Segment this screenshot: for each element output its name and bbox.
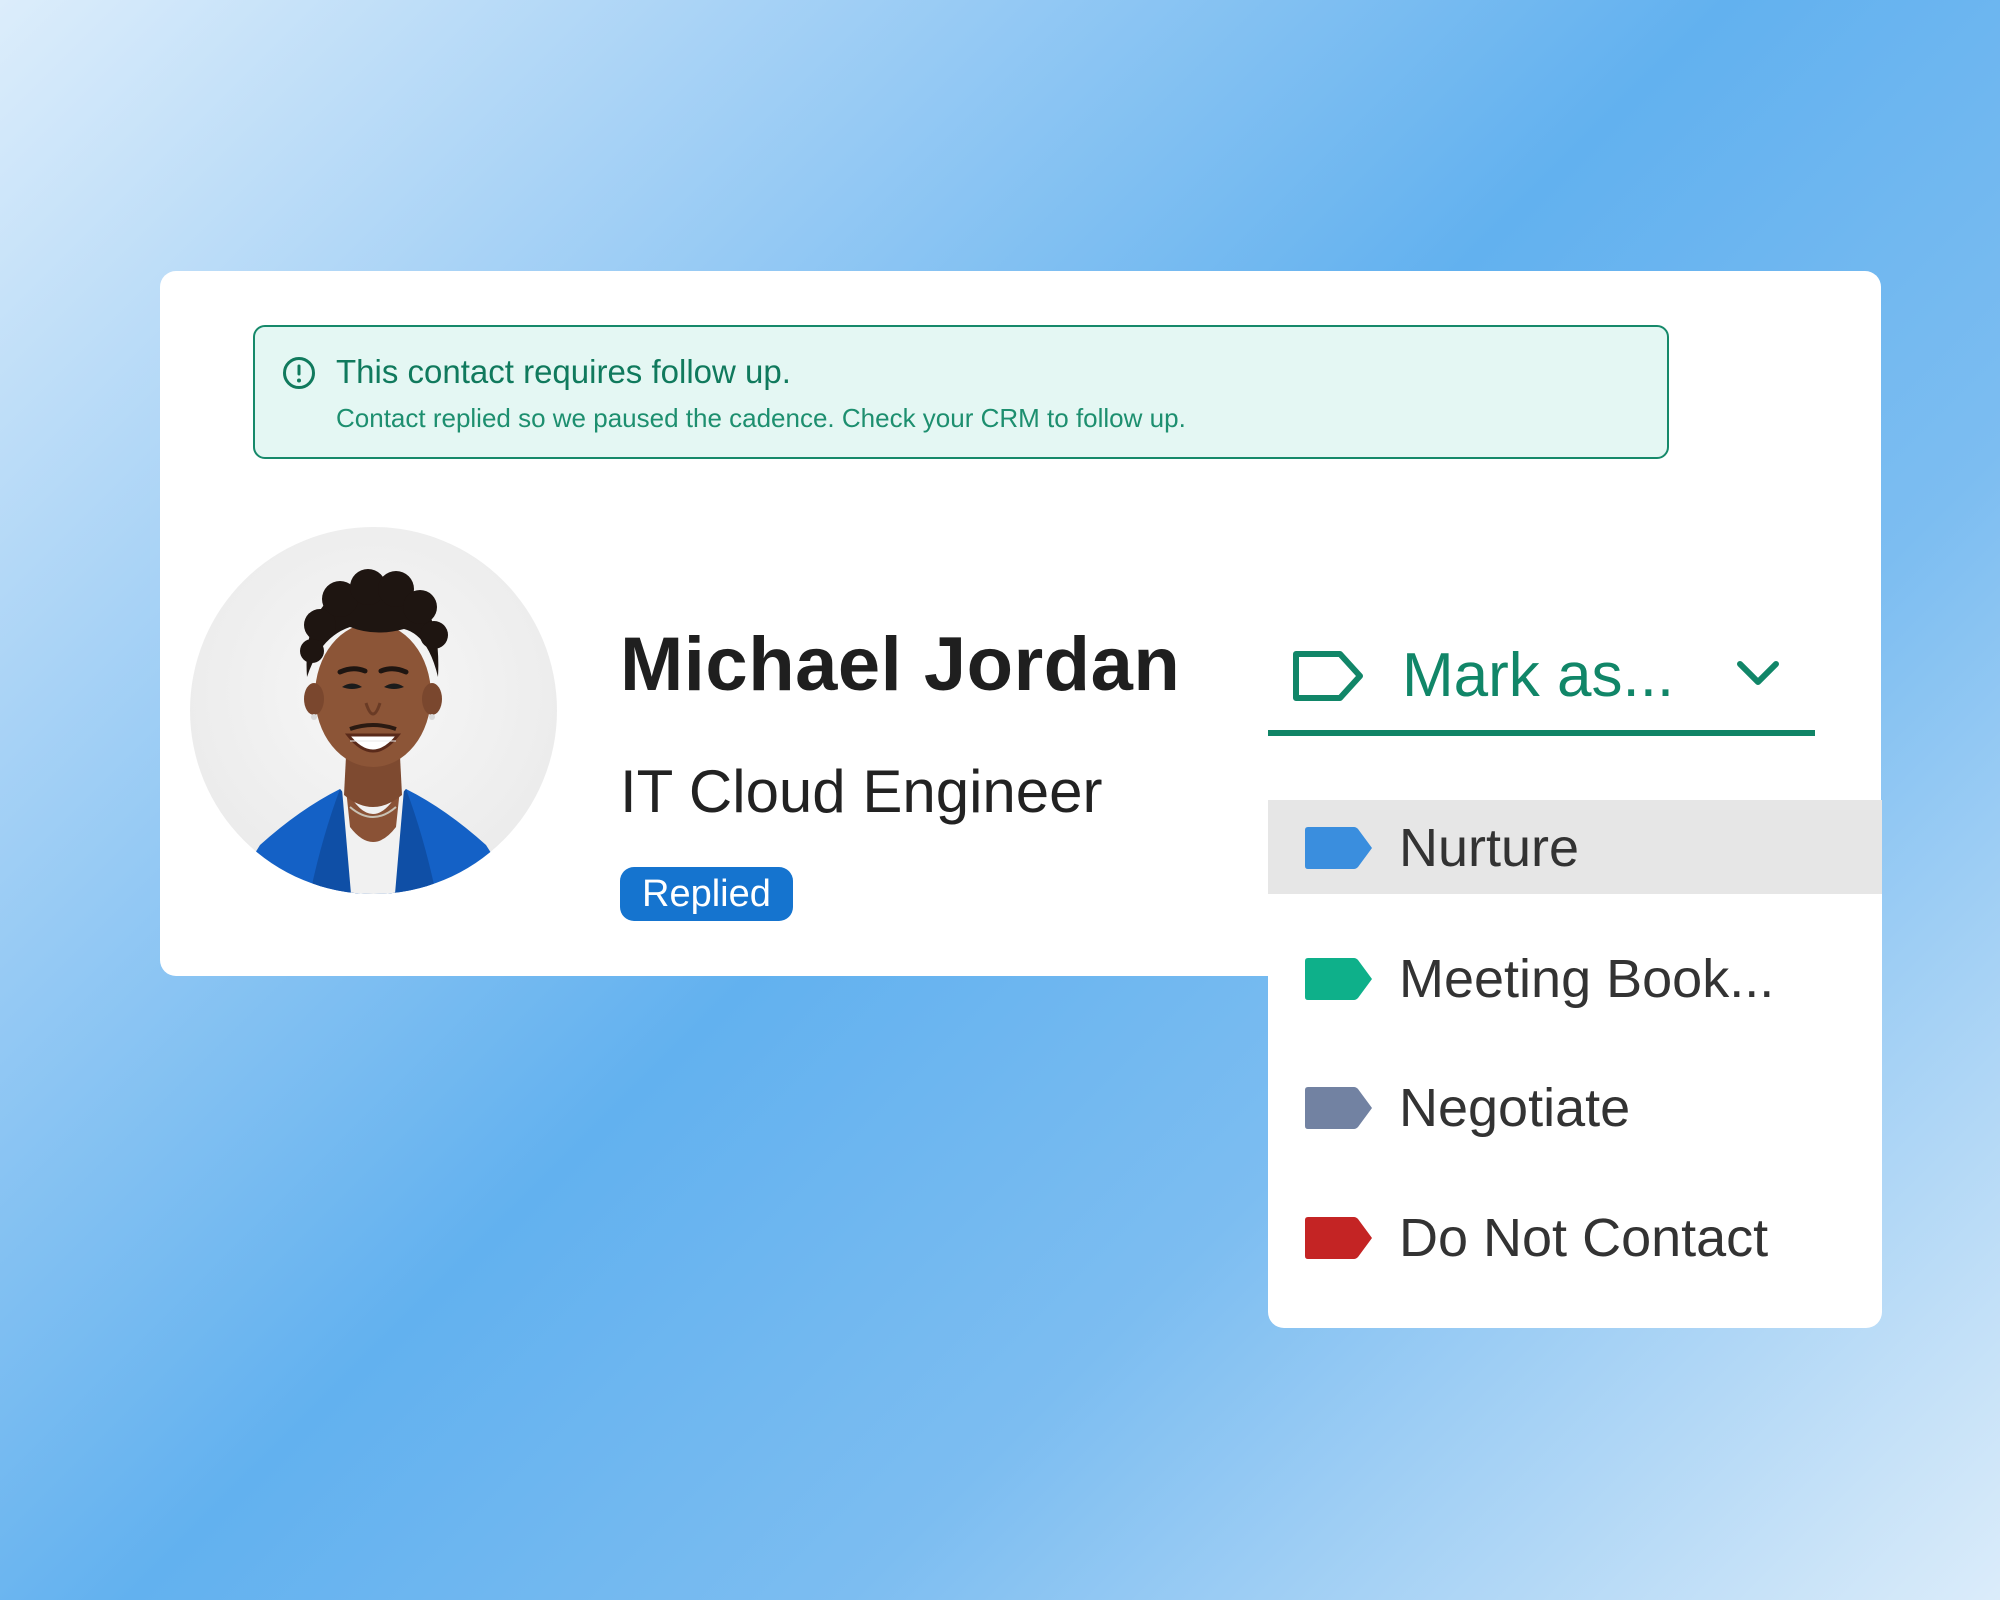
contact-name: Michael Jordan (620, 622, 1181, 707)
follow-up-alert: This contact requires follow up. Contact… (253, 325, 1669, 459)
mark-as-menu: Nurture Meeting Book... Negotiate Do Not… (1268, 800, 1882, 1328)
alert-circle-icon (282, 356, 316, 390)
tag-icon (1304, 1083, 1374, 1133)
menu-item-negotiate[interactable]: Negotiate (1268, 1060, 1882, 1154)
alert-title: This contact requires follow up. (336, 353, 791, 390)
contact-job-title: IT Cloud Engineer (620, 758, 1103, 825)
menu-item-label: Nurture (1399, 818, 1580, 878)
tag-icon (1304, 954, 1374, 1004)
avatar (190, 527, 557, 894)
mark-as-label: Mark as... (1402, 641, 1675, 710)
tag-outline-icon (1292, 650, 1364, 702)
status-badge: Replied (620, 867, 793, 921)
chevron-down-icon (1734, 656, 1782, 690)
tag-icon (1304, 1213, 1374, 1263)
tag-icon (1304, 823, 1374, 873)
menu-item-meeting-booked[interactable]: Meeting Book... (1268, 931, 1882, 1025)
menu-item-label: Meeting Book... (1399, 949, 1775, 1009)
avatar-portrait (230, 569, 517, 894)
menu-item-label: Do Not Contact (1399, 1208, 1769, 1268)
menu-item-do-not-contact[interactable]: Do Not Contact (1268, 1190, 1882, 1284)
alert-message: Contact replied so we paused the cadence… (336, 403, 1186, 433)
mark-as-dropdown[interactable]: Mark as... (1268, 626, 1815, 736)
menu-item-nurture[interactable]: Nurture (1268, 800, 1882, 894)
menu-item-label: Negotiate (1399, 1078, 1631, 1138)
